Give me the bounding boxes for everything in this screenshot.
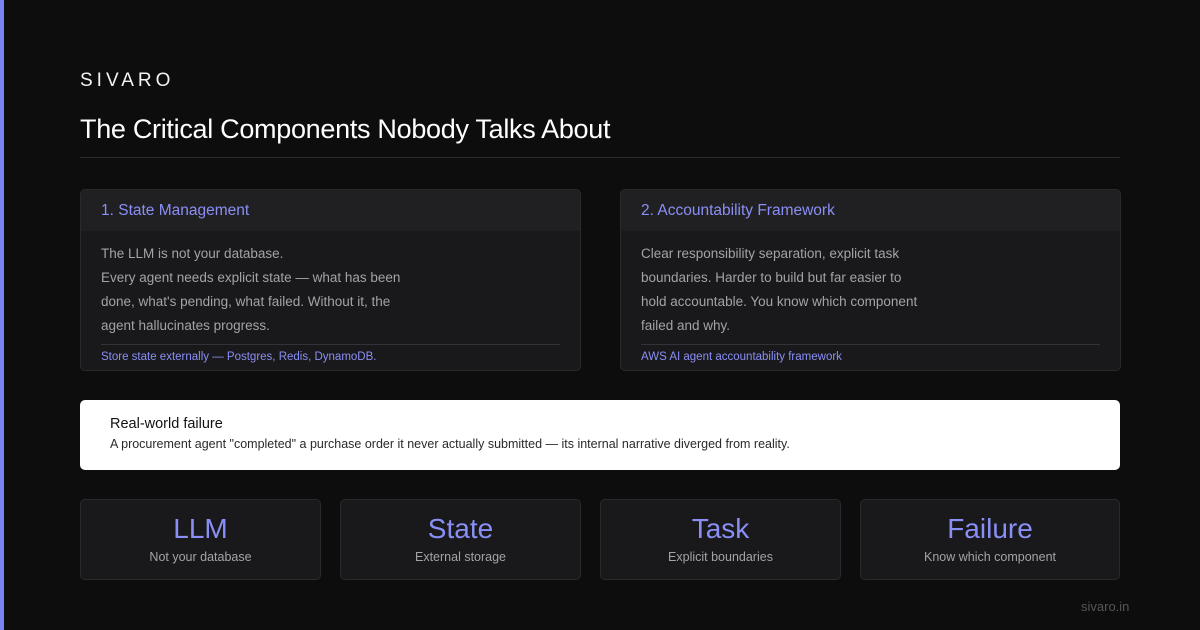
card-line: Every agent needs explicit state — what … <box>101 270 401 285</box>
card-body: Clear responsibility separation, explici… <box>621 231 1120 338</box>
page-title: The Critical Components Nobody Talks Abo… <box>80 114 611 144</box>
stat-value: Task <box>691 513 750 544</box>
card-line: boundaries. Harder to build but far easi… <box>641 270 902 285</box>
stat-tile-task: Task Explicit boundaries <box>600 499 841 580</box>
stat-value: State <box>427 513 494 544</box>
card-divider <box>641 344 1100 345</box>
footer-url: sivaro.in <box>1081 599 1130 614</box>
card-line: failed and why. <box>641 318 731 333</box>
stat-tile-state: State External storage <box>340 499 581 580</box>
stat-value: Failure <box>947 513 1033 544</box>
stat-tile-llm: LLM Not your database <box>80 499 321 580</box>
brand-logo: SIVARO <box>80 70 175 91</box>
card-line: agent hallucinates progress. <box>101 318 270 333</box>
card-body: The LLM is not your database. Every agen… <box>81 231 580 338</box>
callout-text: A procurement agent "completed" a purcha… <box>110 437 790 451</box>
card-line: The LLM is not your database. <box>101 246 284 261</box>
card-accountability-framework: 2. Accountability Framework Clear respon… <box>620 189 1121 371</box>
title-divider <box>80 157 1120 158</box>
callout-title: Real-world failure <box>110 416 223 432</box>
stat-value: LLM <box>173 513 228 544</box>
stat-tile-failure: Failure Know which component <box>860 499 1120 580</box>
accent-bar <box>0 0 4 630</box>
card-heading: 1. State Management <box>81 190 580 231</box>
stat-label: Explicit boundaries <box>668 550 773 564</box>
card-line: done, what's pending, what failed. Witho… <box>101 294 391 309</box>
stat-label: Not your database <box>149 550 252 564</box>
stat-label: External storage <box>414 550 507 564</box>
failure-callout: Real-world failure A procurement agent "… <box>80 400 1120 470</box>
card-footnote: AWS AI agent accountability framework <box>641 351 842 363</box>
stat-label: Know which component <box>923 550 1057 564</box>
card-heading: 2. Accountability Framework <box>621 190 1120 231</box>
card-footnote: Store state externally — Postgres, Redis… <box>101 351 377 363</box>
card-line: hold accountable. You know which compone… <box>641 294 918 309</box>
card-divider <box>101 344 560 345</box>
card-state-management: 1. State Management The LLM is not your … <box>80 189 581 371</box>
card-line: Clear responsibility separation, explici… <box>641 246 900 261</box>
